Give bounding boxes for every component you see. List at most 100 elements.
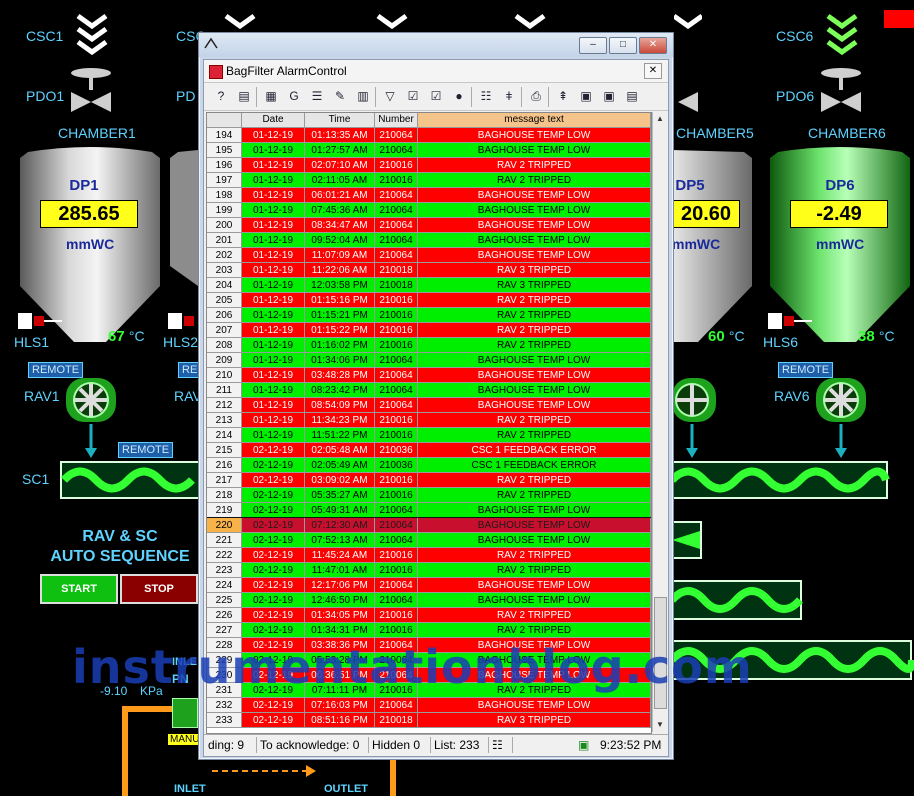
table-row[interactable]: 195 01-12-19 01:27:57 AM 210064 BAGHOUSE TEM… (207, 143, 651, 158)
table-row[interactable]: 206 01-12-19 01:15:21 PM 210016 RAV 2 TRIPPE… (207, 308, 651, 323)
rav1-wheel-icon[interactable] (62, 370, 120, 460)
table-icon[interactable]: ▦ (262, 87, 280, 105)
scroll-up-icon[interactable]: ▲ (653, 112, 667, 126)
table-row[interactable]: 222 02-12-19 11:45:24 AM 210016 RAV 2 TRIPPE… (207, 548, 651, 563)
sc1-remote-badge[interactable]: REMOTE (118, 442, 174, 458)
row-time: 05:49:31 AM (305, 503, 375, 518)
table-row[interactable]: 196 01-12-19 02:07:10 AM 210016 RAV 2 TRIPPE… (207, 158, 651, 173)
table-row[interactable]: 217 02-12-19 03:09:02 AM 210016 RAV 2 TRIPPE… (207, 473, 651, 488)
table-row[interactable]: 216 02-12-19 02:05:49 AM 210036 CSC 1 FEEDBA… (207, 458, 651, 473)
toolbar-separator (548, 87, 549, 107)
edit-icon[interactable]: ✎ (331, 87, 349, 105)
table-row[interactable]: 219 02-12-19 05:49:31 AM 210064 BAGHOUSE TEM… (207, 503, 651, 518)
start-button[interactable]: START (40, 574, 118, 604)
col-index[interactable] (207, 113, 242, 128)
alarm-indicator[interactable] (884, 10, 914, 28)
row-time: 11:22:06 AM (305, 263, 375, 278)
acknowledge-icon[interactable]: ● (450, 87, 468, 105)
sc-lower-2[interactable] (672, 580, 804, 620)
chamber2-hopper[interactable] (170, 146, 198, 296)
sc6-screw-conveyor[interactable] (672, 461, 890, 499)
col-number[interactable]: Number (375, 113, 418, 128)
table-row[interactable]: 197 01-12-19 02:11:05 AM 210016 RAV 2 TRIPPE… (207, 173, 651, 188)
table-row[interactable]: 215 02-12-19 02:05:48 AM 210036 CSC 1 FEEDBA… (207, 443, 651, 458)
columns-icon[interactable]: ☷ (477, 87, 495, 105)
table-row[interactable]: 210 01-12-19 03:48:28 PM 210064 BAGHOUSE TEM… (207, 368, 651, 383)
table-row[interactable]: 223 02-12-19 11:47:01 AM 210016 RAV 2 TRIPPE… (207, 563, 651, 578)
csc-chevrons-icon[interactable] (222, 12, 258, 34)
csc4-chevrons-icon[interactable] (512, 12, 548, 34)
table-row[interactable]: 225 02-12-19 12:46:50 PM 210064 BAGHOUSE TEM… (207, 593, 651, 608)
row-date: 02-12-19 (242, 548, 305, 563)
pdo5-valve-icon[interactable] (674, 66, 698, 118)
rav6-wheel-icon[interactable] (812, 370, 870, 460)
table-row[interactable]: 204 01-12-19 12:03:58 PM 210018 RAV 3 TRIPPE… (207, 278, 651, 293)
maximize-button[interactable]: □ (609, 37, 637, 54)
outlet-label: OUTLET (324, 783, 368, 795)
table-row[interactable]: 194 01-12-19 01:13:35 AM 210064 BAGHOUSE TEM… (207, 128, 651, 143)
csc6-chevrons-icon[interactable] (824, 12, 860, 58)
table-row[interactable]: 218 02-12-19 05:35:27 AM 210016 RAV 2 TRIPPE… (207, 488, 651, 503)
table-row[interactable]: 201 01-12-19 09:52:04 AM 210064 BAGHOUSE TEM… (207, 233, 651, 248)
table-row[interactable]: 199 01-12-19 07:45:36 AM 210064 BAGHOUSE TEM… (207, 203, 651, 218)
row-index: 209 (207, 353, 242, 368)
pdo1-valve-icon[interactable] (68, 66, 114, 118)
funnel-icon[interactable]: ▽ (381, 87, 399, 105)
csc3-chevrons-icon[interactable] (374, 12, 410, 34)
pdo6-valve-icon[interactable] (818, 66, 864, 118)
more-icon[interactable]: ▤ (623, 87, 641, 105)
mark-icon[interactable]: ▣ (577, 87, 595, 105)
table-row[interactable]: 233 02-12-19 08:51:16 PM 210018 RAV 3 TRIPPE… (207, 713, 651, 728)
row-time: 03:09:02 AM (305, 473, 375, 488)
status-list-icon[interactable]: ☷ (488, 737, 513, 753)
table-row[interactable]: 211 01-12-19 08:23:42 PM 210064 BAGHOUSE TEM… (207, 383, 651, 398)
inner-close-button[interactable]: ✕ (644, 63, 662, 79)
rav5-wheel-icon[interactable] (672, 370, 720, 460)
sc1-screw-conveyor[interactable] (60, 461, 200, 499)
table-row[interactable]: 205 01-12-19 01:15:16 PM 210016 RAV 2 TRIPPE… (207, 293, 651, 308)
table-row[interactable]: 198 01-12-19 06:01:21 AM 210064 BAGHOUSE TEM… (207, 188, 651, 203)
csc5-chevrons-icon[interactable] (674, 12, 702, 34)
window-menu-icon[interactable] (203, 36, 219, 52)
table-row[interactable]: 220 02-12-19 07:12:30 AM 210064 BAGHOUSE TEM… (207, 517, 651, 534)
col-time[interactable]: Time (305, 113, 375, 128)
help-icon[interactable]: ? (212, 87, 230, 105)
check-all-icon[interactable]: ☑ (427, 87, 445, 105)
auto-sequence-title-1: RAV & SC (82, 528, 158, 545)
mark-all-icon[interactable]: ▣ (600, 87, 618, 105)
col-message[interactable]: message text (418, 113, 651, 128)
table-row[interactable]: 208 01-12-19 01:16:02 PM 210016 RAV 2 TRIPPE… (207, 338, 651, 353)
table-row[interactable]: 221 02-12-19 07:52:13 AM 210064 BAGHOUSE TEM… (207, 533, 651, 548)
filter-list-icon[interactable]: ☰ (308, 87, 326, 105)
csc1-chevrons-icon[interactable] (74, 12, 110, 58)
table-row[interactable]: 203 01-12-19 11:22:06 AM 210018 RAV 3 TRIPPE… (207, 263, 651, 278)
table-row[interactable]: 213 01-12-19 11:34:23 PM 210016 RAV 2 TRIPPE… (207, 413, 651, 428)
outer-titlebar[interactable]: – □ ✕ (199, 33, 673, 57)
table-row[interactable]: 232 02-12-19 07:16:03 PM 210064 BAGHOUSE TEM… (207, 698, 651, 713)
table-row[interactable]: 212 01-12-19 08:54:09 PM 210064 BAGHOUSE TEM… (207, 398, 651, 413)
chart-icon[interactable]: ▥ (354, 87, 372, 105)
inlet-damper[interactable] (172, 698, 198, 728)
check-icon[interactable]: ☑ (404, 87, 422, 105)
stop-button[interactable]: STOP (120, 574, 198, 604)
scroll-down-icon[interactable]: ▼ (653, 718, 667, 732)
close-button[interactable]: ✕ (639, 37, 667, 54)
table-row[interactable]: 224 02-12-19 12:17:06 PM 210064 BAGHOUSE TEM… (207, 578, 651, 593)
list-icon[interactable]: ▤ (235, 87, 253, 105)
table-row[interactable]: 227 02-12-19 01:34:31 PM 210016 RAV 2 TRIPPE… (207, 623, 651, 638)
table-row[interactable]: 202 01-12-19 11:07:09 AM 210064 BAGHOUSE TEM… (207, 248, 651, 263)
refresh-icon[interactable]: G (285, 87, 303, 105)
sc-lower-1[interactable] (672, 521, 704, 559)
col-date[interactable]: Date (242, 113, 305, 128)
manual-partial-label[interactable]: MANU (168, 734, 202, 745)
table-row[interactable]: 214 01-12-19 11:51:22 PM 210016 RAV 2 TRIPPE… (207, 428, 651, 443)
table-row[interactable]: 209 01-12-19 01:34:06 PM 210064 BAGHOUSE TEM… (207, 353, 651, 368)
table-row[interactable]: 226 02-12-19 01:34:05 PM 210016 RAV 2 TRIPPE… (207, 608, 651, 623)
minimize-button[interactable]: – (579, 37, 607, 54)
print-icon[interactable]: ⎙ (527, 87, 545, 105)
table-row[interactable]: 200 01-12-19 08:34:47 AM 210064 BAGHOUSE TEM… (207, 218, 651, 233)
vertical-scrollbar[interactable]: ▲ ▼ (652, 112, 667, 732)
scroll-top-icon[interactable]: ⇞ (554, 87, 572, 105)
info-icon[interactable]: ǂ (500, 87, 518, 105)
table-row[interactable]: 207 01-12-19 01:15:22 PM 210016 RAV 2 TRIPPE… (207, 323, 651, 338)
